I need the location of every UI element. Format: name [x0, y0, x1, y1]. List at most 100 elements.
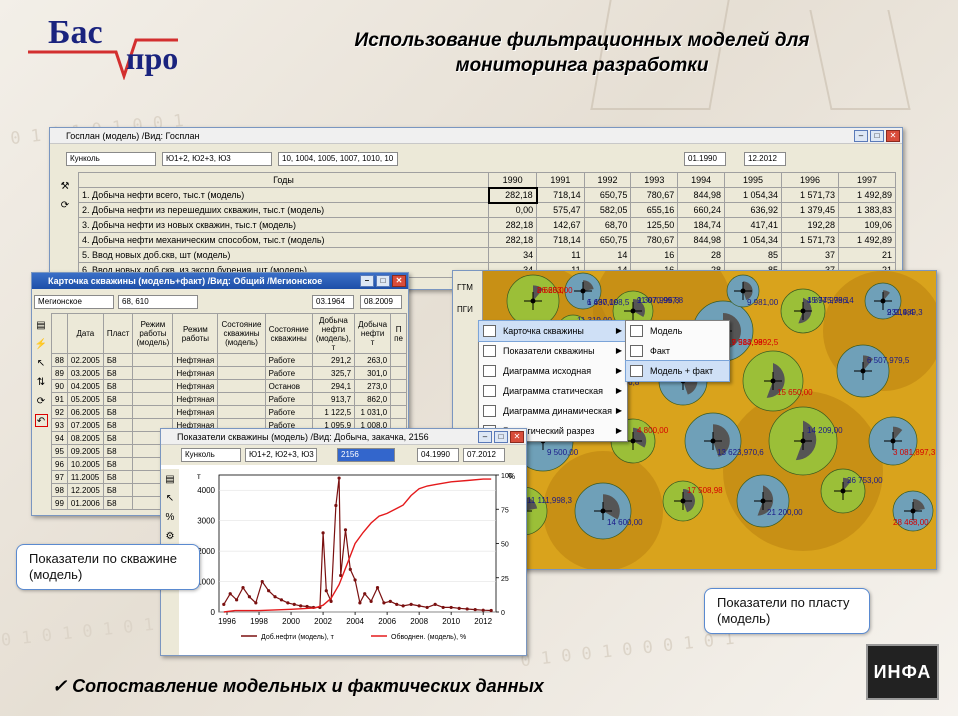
table-row[interactable]: 90 04.2005 Б8 Нефтяная Останов 294,1 273,0: [51, 379, 407, 393]
table-row[interactable]: 89 03.2005 Б8 Нефтяная Работе 325,7 301,0: [51, 366, 407, 380]
minimize-icon[interactable]: –: [854, 130, 868, 142]
table-cell[interactable]: [217, 379, 266, 393]
oil-derrick-icon[interactable]: ⚒: [59, 180, 72, 193]
well-indicators-window[interactable]: Показатели скважины (модель) /Вид: Добыч…: [160, 428, 527, 656]
table-cell[interactable]: 11.2005: [66, 470, 104, 484]
well-select[interactable]: 2156: [337, 448, 395, 462]
column-header[interactable]: [51, 313, 68, 354]
table-cell[interactable]: [390, 392, 407, 406]
wells-select[interactable]: 10, 1004, 1005, 1007, 1010, 10: [278, 152, 398, 166]
table-cell[interactable]: 142,67: [536, 217, 585, 233]
table-cell[interactable]: [217, 405, 266, 419]
table-cell[interactable]: 109,06: [837, 217, 897, 233]
table-row[interactable]: 5. Ввод новых доб.скв, шт (модель) 34 11 14…: [78, 247, 897, 263]
table-cell[interactable]: 844,98: [677, 187, 726, 203]
table-cell[interactable]: Б8: [102, 405, 134, 419]
gosplan-window[interactable]: Госплан (модель) /Вид: Госплан – □ ✕ Кун…: [49, 127, 903, 290]
minimize-icon[interactable]: –: [478, 431, 492, 443]
table-cell[interactable]: [390, 366, 407, 380]
table-cell[interactable]: 660,24: [677, 202, 726, 218]
title-bar[interactable]: Карточка скважины (модель+факт) /Вид: Об…: [32, 273, 408, 289]
table-cell[interactable]: 282,18: [487, 217, 538, 233]
date-to-field[interactable]: 12.2012: [744, 152, 786, 166]
table-cell[interactable]: 780,67: [630, 187, 679, 203]
folder-icon[interactable]: ▤: [35, 319, 48, 332]
table-cell[interactable]: [132, 405, 174, 419]
table-cell[interactable]: [132, 366, 174, 380]
table-cell[interactable]: 99: [51, 496, 68, 510]
well-marker[interactable]: [836, 344, 890, 398]
filter-icon[interactable]: ⚡: [35, 338, 48, 351]
well-marker[interactable]: [684, 412, 742, 470]
table-cell[interactable]: 1 031,0: [354, 405, 392, 419]
layers-select[interactable]: Ю1+2, Ю2+3, Ю3: [162, 152, 272, 166]
table-cell[interactable]: [132, 379, 174, 393]
table-cell[interactable]: 325,7: [311, 366, 356, 380]
table-cell[interactable]: 34: [487, 247, 538, 263]
date-from-field[interactable]: 04.1990: [417, 448, 459, 462]
column-header[interactable]: Добыча нефти (модель), т: [311, 313, 356, 354]
table-cell[interactable]: Б8: [102, 470, 134, 484]
column-header[interactable]: Режим работы (модель): [132, 313, 174, 354]
table-cell[interactable]: 282,18: [487, 232, 538, 248]
pointer-icon[interactable]: ↖: [164, 492, 177, 505]
table-cell[interactable]: 88: [51, 353, 68, 367]
table-row[interactable]: 4. Добыча нефти механическим способом, т…: [78, 232, 897, 248]
table-cell[interactable]: Б8: [102, 444, 134, 458]
wells-select[interactable]: 68, 610: [118, 295, 198, 309]
table-cell[interactable]: 125,50: [630, 217, 679, 233]
menu-item[interactable]: Диаграмма статическая ▶: [479, 381, 627, 401]
table-row[interactable]: 88 02.2005 Б8 Нефтяная Работе 291,2 263,0: [51, 353, 407, 367]
table-cell[interactable]: 05.2005: [66, 392, 104, 406]
table-cell[interactable]: Б8: [102, 431, 134, 445]
table-cell[interactable]: Б8: [102, 496, 134, 510]
table-cell[interactable]: Работе: [264, 405, 313, 419]
table-cell[interactable]: 655,16: [630, 202, 679, 218]
table-cell[interactable]: 575,47: [536, 202, 585, 218]
table-cell[interactable]: Б8: [102, 366, 134, 380]
table-cell[interactable]: 844,98: [677, 232, 726, 248]
table-cell[interactable]: 14: [583, 247, 632, 263]
submenu-item[interactable]: Модель + факт: [625, 360, 730, 382]
table-cell[interactable]: 0,00: [487, 202, 538, 218]
table-cell[interactable]: 91: [51, 392, 68, 406]
column-header[interactable]: П пе: [390, 313, 407, 354]
table-cell[interactable]: 1 122,5: [311, 405, 356, 419]
table-cell[interactable]: Работе: [264, 366, 313, 380]
sort-icon[interactable]: ⇅: [35, 376, 48, 389]
table-cell[interactable]: 913,7: [311, 392, 356, 406]
table-cell[interactable]: 95: [51, 444, 68, 458]
context-submenu[interactable]: Модель Факт Модель + факт: [625, 320, 730, 382]
table-cell[interactable]: 96: [51, 457, 68, 471]
table-cell[interactable]: 1 379,45: [781, 202, 839, 218]
table-cell[interactable]: 294,1: [311, 379, 356, 393]
gtm-label[interactable]: ГТМ: [457, 283, 473, 292]
column-header[interactable]: Добыча нефти т: [354, 313, 392, 354]
table-cell[interactable]: Б8: [102, 392, 134, 406]
table-cell[interactable]: [390, 353, 407, 367]
table-cell[interactable]: 650,75: [583, 232, 632, 248]
column-header[interactable]: Режим работы: [172, 313, 219, 354]
well-marker[interactable]: [768, 406, 838, 476]
table-cell[interactable]: 16: [630, 247, 679, 263]
table-cell[interactable]: 291,2: [311, 353, 356, 367]
table-cell[interactable]: 1 383,83: [837, 202, 897, 218]
table-cell[interactable]: Нефтяная: [172, 353, 219, 367]
table-cell[interactable]: 1 492,89: [837, 232, 897, 248]
table-row[interactable]: 2. Добыча нефти из перешедших скважин, т…: [78, 202, 897, 218]
table-cell[interactable]: Нефтяная: [172, 379, 219, 393]
table-cell[interactable]: [132, 392, 174, 406]
table-cell[interactable]: Работе: [264, 392, 313, 406]
date-to-field[interactable]: 08.2009: [360, 295, 402, 309]
title-bar[interactable]: Госплан (модель) /Вид: Госплан – □ ✕: [50, 128, 902, 144]
table-cell[interactable]: 301,0: [354, 366, 392, 380]
table-cell[interactable]: 02.2005: [66, 353, 104, 367]
table-cell[interactable]: 582,05: [583, 202, 632, 218]
field-select[interactable]: Кунколь: [181, 448, 241, 462]
table-cell[interactable]: 1 571,73: [781, 187, 839, 203]
table-cell[interactable]: 780,67: [630, 232, 679, 248]
undo-icon[interactable]: ↶: [34, 414, 48, 427]
tools-icon[interactable]: ⚙: [164, 530, 177, 543]
column-header[interactable]: Состояние скважины: [264, 313, 313, 354]
table-cell[interactable]: Нефтяная: [172, 405, 219, 419]
